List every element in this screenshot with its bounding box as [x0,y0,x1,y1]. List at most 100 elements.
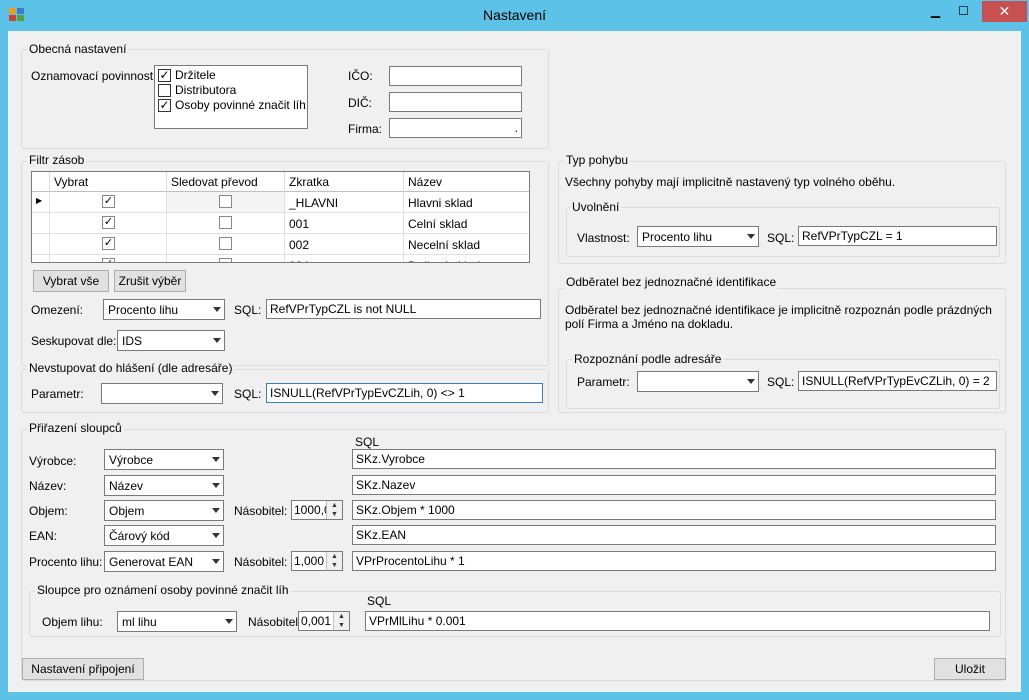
obliged-person-checkbox[interactable]: ✓ [158,99,171,112]
columns-mapping-legend: Přiřazení sloupců [27,421,124,435]
not-reported-sql-label: SQL: [234,387,262,401]
release-sql-field[interactable]: RefVPrTypCZL = 1 [798,226,997,246]
track-checkbox[interactable] [219,237,232,250]
column-header-track[interactable]: Sledovat převod [167,172,285,192]
property-dropdown[interactable]: Procento lihu [637,226,759,247]
column-header-code[interactable]: Zkratka [285,172,404,192]
spin-up-icon[interactable]: ▲ [326,501,342,510]
name-sql-field[interactable]: SKz.Nazev [352,475,996,495]
alcohol-percent-sql-field[interactable]: VPrProcentoLihu * 1 [352,551,996,571]
general-settings-legend: Obecná nastavení [27,42,129,56]
release-sql-label: SQL: [767,231,795,245]
restriction-dropdown[interactable]: Procento lihu [103,299,225,320]
alcohol-volume-dropdown[interactable]: ml lihu [117,611,237,632]
property-label: Vlastnost: [577,231,630,245]
alcohol-percent-value: Generovat EAN [109,555,194,569]
grid-cell-code[interactable]: 004 [285,255,404,262]
recognition-sql-field[interactable]: ISNULL(RefVPrTypEvCZLih, 0) = 2 [798,371,997,391]
grid-cell-select[interactable]: ✓ [50,192,167,213]
producer-value: Výrobce [109,453,154,467]
save-button[interactable]: Uložit [934,658,1006,680]
ean-dropdown[interactable]: Čárový kód [104,525,224,546]
chevron-down-icon [225,619,233,624]
grid-cell-name[interactable]: Daňový sklad [404,255,529,262]
movement-type-info: Všechny pohyby mají implicitně nastavený… [565,175,896,189]
maximize-button[interactable]: ☐ [950,1,977,21]
not-reported-sql-field[interactable]: ISNULL(RefVPrTypEvCZLih, 0) <> 1 [266,383,543,403]
alcohol-multiplier-stepper[interactable]: 0,001 ▲ ▼ [298,611,350,631]
alcohol-percent-dropdown[interactable]: Generovat EAN [104,551,224,572]
dic-field[interactable] [389,92,522,112]
row-selector[interactable] [32,255,50,262]
deselect-button[interactable]: Zrušit výběr [114,270,186,292]
grid-cell-name[interactable]: Celní sklad [404,213,529,234]
row-selector[interactable] [32,213,50,234]
holder-checkbox[interactable]: ✓ [158,69,171,82]
producer-sql-field[interactable]: SKz.Vyrobce [352,449,996,469]
ico-field[interactable] [389,66,522,86]
alcohol-percent-label: Procento lihu: [29,555,103,569]
alcohol-volume-sql-field[interactable]: VPrMlLihu * 0.001 [365,611,990,631]
grid-cell-code[interactable]: 002 [285,234,404,255]
minimize-button[interactable]: ▁ [922,1,949,21]
track-checkbox[interactable] [219,216,232,229]
track-checkbox[interactable] [219,258,232,262]
spin-down-icon[interactable]: ▼ [326,510,342,519]
recognition-param-dropdown[interactable] [637,371,759,392]
producer-label: Výrobce: [29,454,77,468]
chevron-down-icon [747,234,755,239]
grid-cell-track[interactable] [167,255,285,262]
column-header-name[interactable]: Název [404,172,529,192]
grid-cell-name[interactable]: Hlavni sklad [404,192,529,213]
close-icon: ✕ [998,3,1011,19]
chevron-down-icon [211,391,219,396]
select-checkbox[interactable]: ✓ [102,258,115,262]
spin-up-icon[interactable]: ▲ [326,552,342,561]
grid-cell-code[interactable]: 001 [285,213,404,234]
not-reported-param-dropdown[interactable] [101,383,223,404]
grid-cell-track[interactable] [167,213,285,234]
distributor-checkbox[interactable] [158,84,171,97]
select-checkbox[interactable]: ✓ [102,237,115,250]
alcohol-volume-value: ml lihu [122,615,157,629]
restriction-label: Omezení: [31,303,84,317]
select-all-button[interactable]: Vybrat vše [33,270,109,292]
restriction-sql-field[interactable]: RefVPrTypCZL is not NULL [266,299,541,319]
volume-multiplier-stepper[interactable]: 1000,0 ▲ ▼ [291,500,343,520]
row-selector[interactable] [32,234,50,255]
percent-multiplier-stepper[interactable]: 1,000 ▲ ▼ [291,551,343,571]
grid-cell-select[interactable]: ✓ [50,213,167,234]
spin-up-icon[interactable]: ▲ [333,612,349,621]
chevron-down-icon [212,508,220,513]
connection-settings-button[interactable]: Nastavení připojení [22,658,144,680]
grid-cell-select[interactable]: ✓ [50,255,167,262]
producer-dropdown[interactable]: Výrobce [104,449,224,470]
firma-field[interactable]: . [389,118,522,138]
volume-sql-field[interactable]: SKz.Objem * 1000 [352,500,996,520]
group-by-dropdown[interactable]: IDS [117,330,225,351]
grid-cell-code[interactable]: _HLAVNI [285,192,404,213]
close-button[interactable]: ✕ [982,1,1027,22]
volume-dropdown[interactable]: Objem [104,500,224,521]
dic-label: DIČ: [348,96,372,110]
group-by-value: IDS [122,334,143,348]
track-checkbox[interactable] [219,195,232,208]
column-header-select[interactable]: Vybrat [50,172,167,192]
select-checkbox[interactable]: ✓ [102,216,115,229]
recognition-param-label: Parametr: [577,375,630,389]
grid-cell-track[interactable] [167,234,285,255]
ico-label: IČO: [348,69,373,83]
spin-down-icon[interactable]: ▼ [333,621,349,630]
row-selector-icon: ▶ [32,192,50,213]
percent-multiplier-label: Násobitel: [234,555,288,569]
spin-down-icon[interactable]: ▼ [326,561,342,570]
grid-cell-track[interactable] [167,192,285,213]
select-checkbox[interactable]: ✓ [102,195,115,208]
grid-cell-select[interactable]: ✓ [50,234,167,255]
name-dropdown[interactable]: Název [104,475,224,496]
ean-sql-field[interactable]: SKz.EAN [352,525,996,545]
stock-grid[interactable]: Vybrat Sledovat převod Zkratka Název ▶ ✓… [31,171,530,263]
name-label: Název: [29,479,67,493]
grid-cell-name[interactable]: Necelní sklad [404,234,529,255]
chevron-down-icon [212,483,220,488]
